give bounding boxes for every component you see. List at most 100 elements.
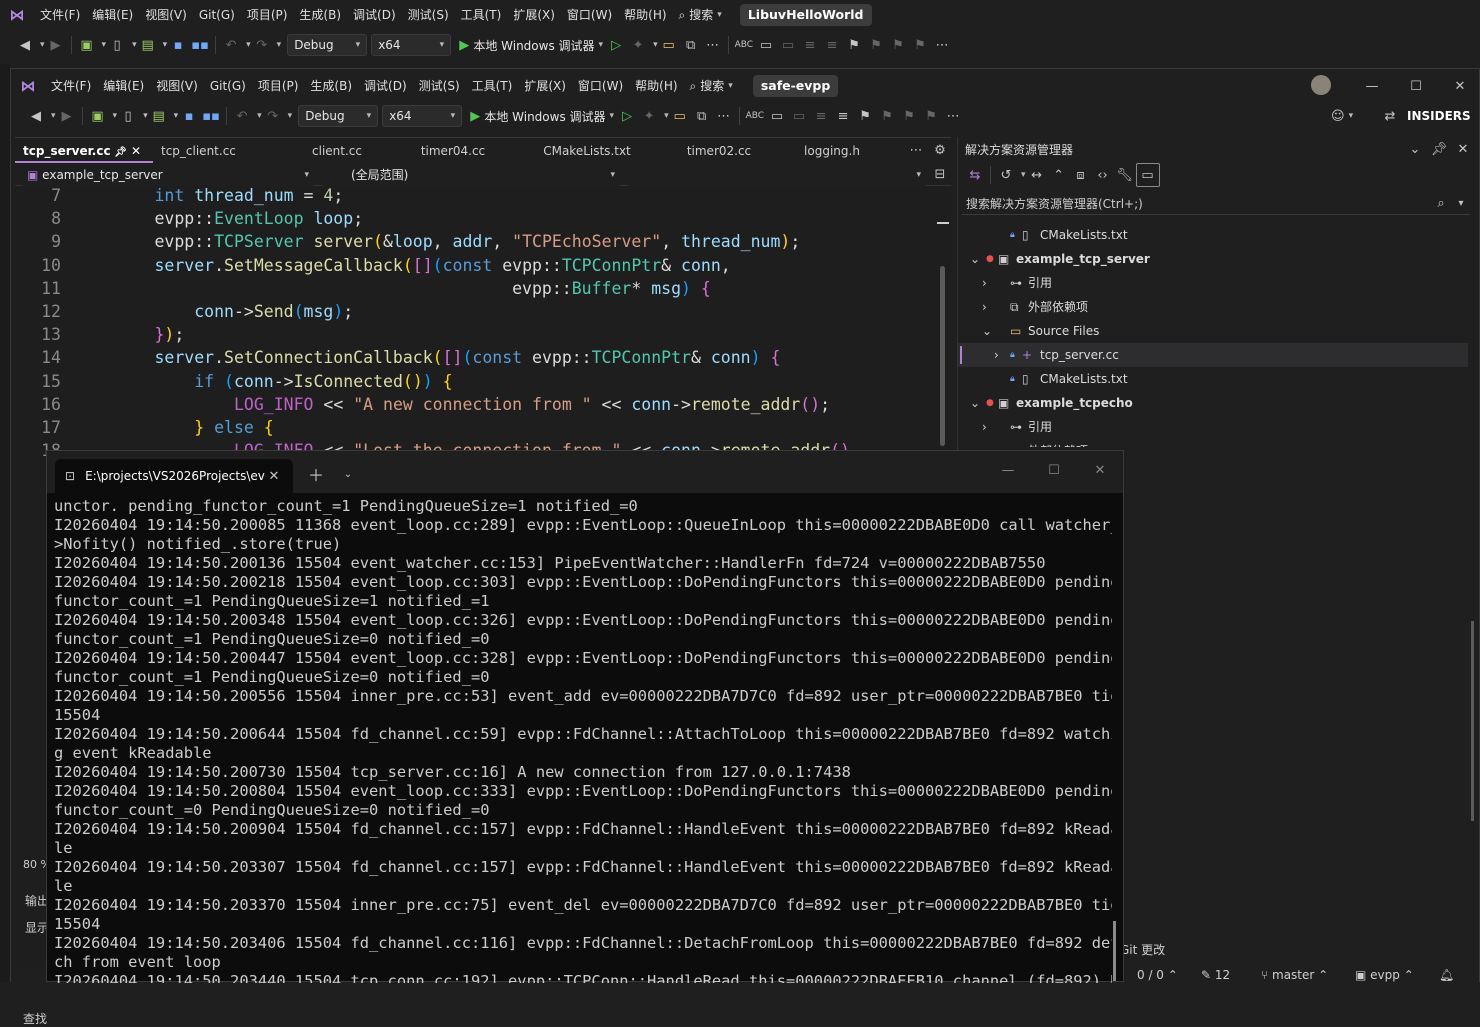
chevron-down-icon[interactable]: ⌄ xyxy=(970,391,980,415)
menu-item-9[interactable]: 扩展(X) xyxy=(507,3,561,27)
spellcheck-icon[interactable]: ABC xyxy=(733,34,755,56)
bookmark-icon[interactable]: ⚑ xyxy=(843,34,865,56)
save-all-icon[interactable]: ▪▪ xyxy=(200,105,222,127)
live-share-icon[interactable]: ⇄ xyxy=(1379,105,1401,127)
split-icon[interactable]: ⊟ xyxy=(929,164,951,186)
close-icon[interactable]: ✕ xyxy=(1452,138,1474,160)
menu-item-0[interactable]: 文件(F) xyxy=(34,3,86,27)
status-changes[interactable]: ✎ 12 xyxy=(1201,968,1230,982)
chevron-down-icon[interactable]: ⌄ xyxy=(337,463,359,485)
comment-icon[interactable]: ▭ xyxy=(766,105,788,127)
close-window-button[interactable]: ✕ xyxy=(1449,75,1471,97)
uncomment-icon[interactable]: ▭ xyxy=(777,34,799,56)
menu-item-11[interactable]: 帮助(H) xyxy=(629,74,683,98)
menu-item-2[interactable]: 视图(V) xyxy=(150,74,204,98)
show-all-files-icon[interactable]: ⧈ xyxy=(1070,164,1092,186)
bookmark-prev-icon[interactable]: ⚑ xyxy=(876,105,898,127)
collapse-all-icon[interactable]: ⌃ xyxy=(1048,164,1070,186)
menu-item-8[interactable]: 工具(T) xyxy=(466,74,519,98)
copilot-icon[interactable]: ☺ ▾ xyxy=(1329,105,1355,127)
outer-config-dropdown[interactable]: Debug ▾ xyxy=(287,34,368,56)
more-icon[interactable]: ⋯ xyxy=(702,34,724,56)
editor-tab[interactable]: client.cc xyxy=(281,139,393,163)
undo-icon[interactable]: ↶ xyxy=(231,105,253,127)
editor-tab[interactable]: timer04.cc xyxy=(393,139,513,163)
hot-reload-icon[interactable]: ✦ xyxy=(627,34,649,56)
editor-tab[interactable]: timer02.cc xyxy=(661,139,777,163)
redo-icon[interactable]: ↷ xyxy=(251,34,273,56)
indent-icon[interactable]: ≡ xyxy=(810,105,832,127)
run-without-debug-icon[interactable]: ▷ xyxy=(616,105,638,127)
bookmark-clear-icon[interactable]: ⚑ xyxy=(909,34,931,56)
menu-item-6[interactable]: 调试(D) xyxy=(358,74,413,98)
inner-search[interactable]: ⌕ 搜索 ▾ xyxy=(684,74,739,98)
chevron-down-icon[interactable]: ⌄ xyxy=(1404,138,1426,160)
menu-item-9[interactable]: 扩展(X) xyxy=(518,74,572,98)
status-branch[interactable]: ⑂ master ⌃ xyxy=(1261,968,1328,982)
solution-tree-item[interactable]: › ⧉ 外部依赖项 xyxy=(958,439,1468,447)
more-icon[interactable]: ⋯ xyxy=(931,34,953,56)
bookmark-prev-icon[interactable]: ⚑ xyxy=(865,34,887,56)
menu-item-5[interactable]: 生成(B) xyxy=(304,74,358,98)
status-repo[interactable]: ▣ evpp ⌃ xyxy=(1355,968,1414,982)
forward-icon[interactable]: ▶ xyxy=(56,105,78,127)
chevron-down-icon[interactable]: ▾ xyxy=(1450,193,1472,215)
maximize-button[interactable]: ☐ xyxy=(1405,75,1427,97)
chevron-right-icon[interactable]: › xyxy=(982,271,987,295)
solution-tree-item[interactable]: 🔒︎ ▯ CMakeLists.txt xyxy=(958,223,1468,247)
save-all-icon[interactable]: ▪▪ xyxy=(189,34,211,56)
menu-item-5[interactable]: 生成(B) xyxy=(293,3,347,27)
minimize-button[interactable]: — xyxy=(1361,75,1383,97)
close-tab-icon[interactable]: ✕ xyxy=(127,144,141,158)
solution-scrollbar[interactable] xyxy=(1470,221,1476,901)
open-icon[interactable]: ▤ xyxy=(148,105,170,127)
menu-item-11[interactable]: 帮助(H) xyxy=(618,3,672,27)
menu-item-4[interactable]: 项目(P) xyxy=(252,74,305,98)
run-without-debug-icon[interactable]: ▷ xyxy=(605,34,627,56)
chevron-right-icon[interactable]: › xyxy=(994,343,999,367)
solution-tree-item[interactable]: › ⊶ 引用 xyxy=(958,415,1468,439)
search-icon[interactable]: ⌕ xyxy=(1430,193,1452,215)
bookmark-icon[interactable]: ⚑ xyxy=(854,105,876,127)
menu-item-1[interactable]: 编辑(E) xyxy=(97,74,150,98)
solution-tree-item[interactable]: ⌄ ▭ Source Files xyxy=(958,319,1468,343)
chevron-down-icon[interactable]: ⌄ xyxy=(970,247,980,271)
hot-reload-icon[interactable]: ✦ xyxy=(638,105,660,127)
editor-tab[interactable]: tcp_server.cc 📌︎ ✕ xyxy=(15,139,153,163)
outdent-icon[interactable]: ≡ xyxy=(832,105,854,127)
new-file-icon[interactable]: ▯ xyxy=(117,105,139,127)
preview-icon[interactable]: ▭ xyxy=(1135,163,1160,187)
more-icon[interactable]: ⋯ xyxy=(942,105,964,127)
swap-icon[interactable]: ↔ xyxy=(1026,164,1048,186)
nav-project-dropdown[interactable]: ▣ example_tcp_server ▾ xyxy=(21,163,315,186)
bookmark-clear-icon[interactable]: ⚑ xyxy=(920,105,942,127)
open-icon[interactable]: ▤ xyxy=(137,34,159,56)
solution-tree-item[interactable]: ⌄ ● ▣ example_tcpecho xyxy=(958,391,1468,415)
close-window-button[interactable]: ✕ xyxy=(1089,459,1111,481)
bookmark-next-icon[interactable]: ⚑ xyxy=(887,34,909,56)
solution-tree-item[interactable]: › 🔒︎ + tcp_server.cc xyxy=(958,343,1468,367)
outer-run-button[interactable]: ▶ 本地 Windows 调试器 ▾ xyxy=(457,34,605,56)
menu-item-7[interactable]: 测试(S) xyxy=(402,3,455,27)
code-view-icon[interactable]: ‹› xyxy=(1092,164,1114,186)
find-label[interactable]: 查找 xyxy=(23,1010,47,1027)
config-dropdown[interactable]: Debug ▾ xyxy=(298,105,379,127)
menu-item-0[interactable]: 文件(F) xyxy=(45,74,97,98)
menu-item-3[interactable]: Git(G) xyxy=(193,3,241,27)
terminal-tab[interactable]: ⊡ E:\projects\VS2026Projects\ev ✕ xyxy=(55,459,293,493)
properties-wrench-icon[interactable]: 🔧︎ xyxy=(1114,164,1136,186)
new-project-icon[interactable]: ▣ xyxy=(76,34,98,56)
solution-tree-item[interactable]: › ⊶ 引用 xyxy=(958,271,1468,295)
editor-tab[interactable]: logging.h xyxy=(777,139,887,163)
solution-tree-item[interactable]: 🔒︎ ▯ CMakeLists.txt xyxy=(958,367,1468,391)
close-tab-icon[interactable]: ✕ xyxy=(263,465,285,487)
outer-search[interactable]: ⌕ 搜索 ▾ xyxy=(673,3,728,27)
maximize-button[interactable]: ☐ xyxy=(1043,459,1065,481)
solution-tree-item[interactable]: ⌄ ● ▣ example_tcp_server xyxy=(958,247,1468,271)
uncomment-icon[interactable]: ▭ xyxy=(788,105,810,127)
undo-icon[interactable]: ↶ xyxy=(220,34,242,56)
menu-item-3[interactable]: Git(G) xyxy=(204,74,252,98)
chevron-right-icon[interactable]: › xyxy=(982,439,987,447)
minimize-button[interactable]: — xyxy=(997,459,1019,481)
avatar[interactable] xyxy=(1311,75,1331,95)
